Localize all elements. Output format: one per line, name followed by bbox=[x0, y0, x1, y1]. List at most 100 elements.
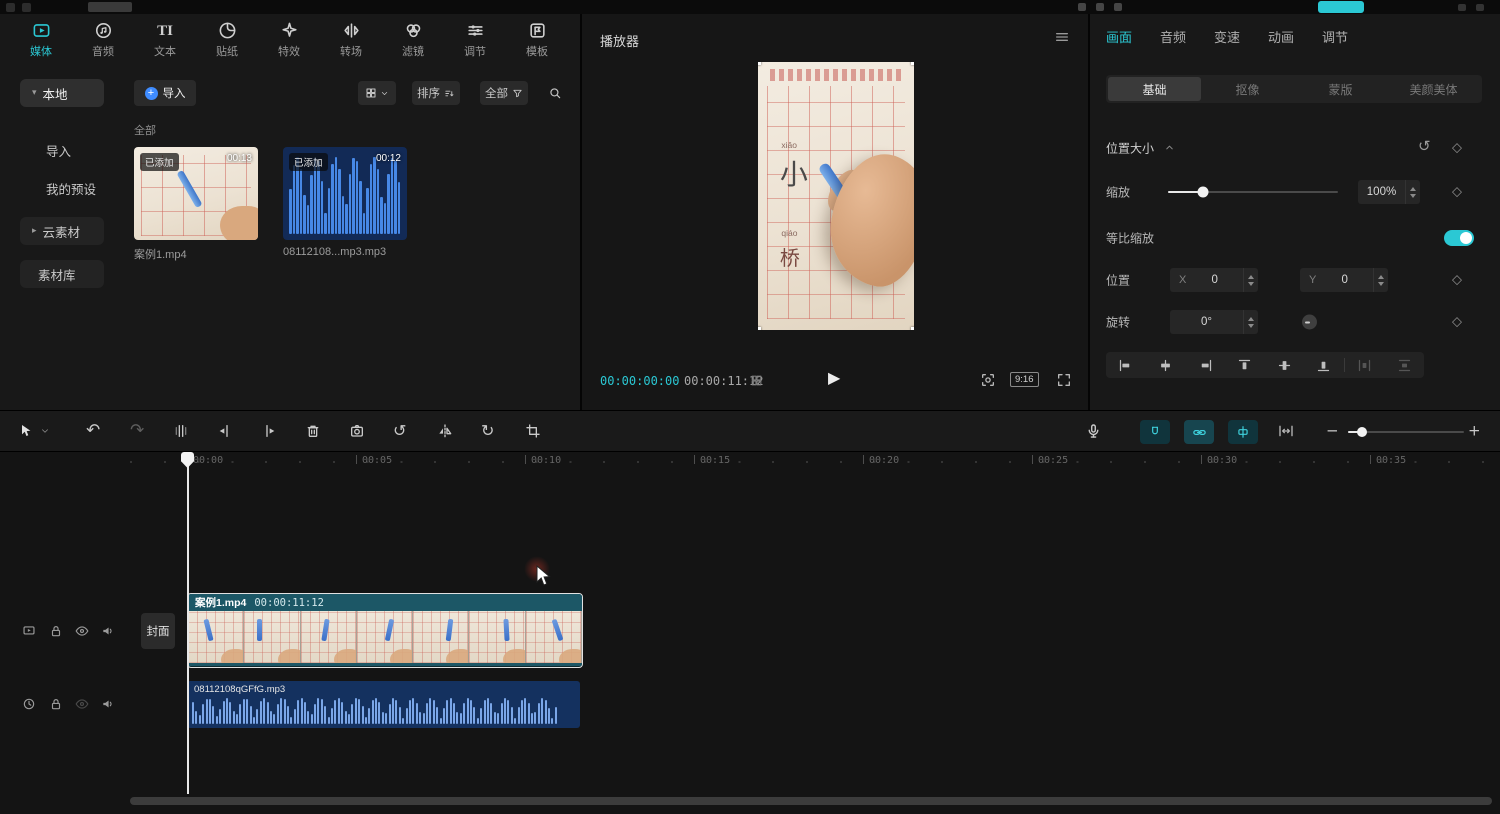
subtab-mask[interactable]: 蒙版 bbox=[1294, 77, 1387, 101]
frame-preview-button[interactable] bbox=[750, 374, 763, 387]
select-tool-dropdown[interactable] bbox=[40, 426, 50, 436]
scale-stepper[interactable] bbox=[1405, 180, 1420, 204]
sidebar-item-cloud[interactable]: ▸ 云素材 bbox=[20, 217, 104, 245]
track-lock-button[interactable] bbox=[49, 624, 63, 638]
tab-media[interactable]: 媒体 bbox=[10, 14, 72, 66]
selection-handle-tr[interactable] bbox=[911, 62, 914, 65]
reset-button[interactable]: ↺ bbox=[1418, 139, 1431, 154]
props-tab-picture[interactable]: 画面 bbox=[1106, 14, 1132, 62]
window-control-2[interactable] bbox=[1476, 4, 1484, 11]
cover-button[interactable]: 封面 bbox=[141, 613, 175, 649]
preview-axis-toggle-button[interactable] bbox=[1228, 420, 1258, 444]
filter-all-button[interactable]: 全部 bbox=[480, 81, 528, 105]
preview-quality-button[interactable] bbox=[980, 372, 996, 388]
sort-button[interactable]: 排序 bbox=[412, 81, 460, 105]
split-button[interactable] bbox=[173, 423, 189, 439]
timeline-audio-clip[interactable]: 08112108qGFfG.mp3 bbox=[187, 681, 580, 728]
position-x-box[interactable]: X 0 bbox=[1170, 268, 1258, 292]
subtab-cutout[interactable]: 抠像 bbox=[1201, 77, 1294, 101]
timeline-video-clip[interactable]: 案例1.mp4 00:00:11:12 bbox=[187, 593, 583, 668]
audio-track-mute-button[interactable] bbox=[101, 697, 115, 711]
titlebar-button[interactable] bbox=[88, 2, 132, 12]
window-control-1[interactable] bbox=[1458, 4, 1466, 11]
track-preview-icon[interactable] bbox=[22, 624, 36, 638]
align-bottom-button[interactable] bbox=[1304, 358, 1344, 373]
fullscreen-button[interactable] bbox=[1056, 372, 1072, 388]
freeze-frame-button[interactable] bbox=[349, 423, 365, 439]
tab-template[interactable]: 模板 bbox=[506, 14, 568, 66]
play-button[interactable]: ▶ bbox=[828, 370, 840, 386]
zoom-slider-handle[interactable] bbox=[1357, 427, 1367, 437]
sidebar-item-import[interactable]: 导入 bbox=[20, 136, 104, 164]
search-button[interactable] bbox=[542, 81, 568, 105]
menu-icon[interactable] bbox=[22, 3, 31, 12]
tab-transition[interactable]: 转场 bbox=[320, 14, 382, 66]
trim-left-button[interactable] bbox=[217, 423, 233, 439]
keyframe-diamond[interactable]: ◇ bbox=[1452, 316, 1462, 329]
align-top-button[interactable] bbox=[1225, 358, 1265, 373]
tab-audio[interactable]: 音频 bbox=[72, 14, 134, 66]
rotation-value-box[interactable]: 0° bbox=[1170, 310, 1258, 334]
audio-track-timer-icon[interactable] bbox=[22, 697, 36, 711]
sidebar-item-local[interactable]: ▾ 本地 bbox=[20, 79, 104, 107]
keyframe-diamond[interactable]: ◇ bbox=[1452, 142, 1462, 155]
rotate-button[interactable]: ↻ bbox=[481, 423, 494, 439]
selection-handle-tl[interactable] bbox=[758, 62, 761, 65]
trim-right-button[interactable] bbox=[261, 423, 277, 439]
snap-toggle-button[interactable] bbox=[1140, 420, 1170, 444]
distribute-h-button[interactable] bbox=[1345, 358, 1385, 373]
import-button[interactable]: + 导入 bbox=[134, 80, 196, 106]
fit-timeline-button[interactable] bbox=[1278, 423, 1294, 439]
zoom-in-button[interactable]: + bbox=[1468, 424, 1481, 439]
mirror-button[interactable] bbox=[437, 423, 453, 439]
props-tab-speed[interactable]: 变速 bbox=[1214, 14, 1240, 62]
media-item-audio[interactable]: 已添加 00:12 08112108...mp3.mp3 bbox=[283, 147, 407, 258]
link-toggle-button[interactable] bbox=[1184, 420, 1214, 444]
props-tab-animation[interactable]: 动画 bbox=[1268, 14, 1294, 62]
scale-value-box[interactable]: 100% bbox=[1358, 180, 1420, 204]
aspect-ratio-button[interactable]: 9:16 bbox=[1010, 372, 1039, 387]
audio-track-visibility-button[interactable] bbox=[75, 697, 89, 711]
track-visibility-button[interactable] bbox=[75, 624, 89, 638]
view-mode-button[interactable] bbox=[358, 81, 396, 105]
export-button[interactable] bbox=[1318, 1, 1364, 13]
props-tab-adjust[interactable]: 调节 bbox=[1322, 14, 1348, 62]
tab-filter[interactable]: 滤镜 bbox=[382, 14, 444, 66]
timeline-zoom-slider[interactable] bbox=[1348, 431, 1464, 433]
select-tool-button[interactable] bbox=[18, 423, 34, 439]
collapse-button[interactable] bbox=[1164, 142, 1175, 153]
titlebar-icon-2[interactable] bbox=[1096, 3, 1104, 11]
scale-slider-handle[interactable] bbox=[1198, 187, 1209, 198]
align-right-button[interactable] bbox=[1185, 358, 1225, 373]
tab-sticker[interactable]: 贴纸 bbox=[196, 14, 258, 66]
keyframe-diamond[interactable]: ◇ bbox=[1452, 274, 1462, 287]
x-stepper[interactable] bbox=[1243, 268, 1258, 292]
rotation-stepper[interactable] bbox=[1243, 310, 1258, 334]
undo-button[interactable]: ↶ bbox=[86, 423, 100, 440]
audio-track-lock-button[interactable] bbox=[49, 697, 63, 711]
align-center-v-button[interactable] bbox=[1265, 358, 1305, 373]
distribute-v-button[interactable] bbox=[1384, 358, 1424, 373]
player-menu-button[interactable] bbox=[1054, 29, 1070, 45]
sidebar-item-presets[interactable]: 我的预设 bbox=[20, 174, 104, 202]
tab-text[interactable]: TI 文本 bbox=[134, 14, 196, 66]
position-y-box[interactable]: Y 0 bbox=[1300, 268, 1388, 292]
selection-handle-bl[interactable] bbox=[758, 327, 761, 330]
selection-handle-br[interactable] bbox=[911, 327, 914, 330]
zoom-out-button[interactable]: − bbox=[1326, 424, 1339, 439]
reverse-button[interactable]: ↺ bbox=[393, 423, 406, 439]
titlebar-icon-1[interactable] bbox=[1078, 3, 1086, 11]
timeline[interactable]: 00:00 00:05 00:10 00:15 00:20 00:25 00:3… bbox=[0, 452, 1500, 814]
redo-button[interactable]: ↷ bbox=[130, 423, 144, 440]
props-tab-audio[interactable]: 音频 bbox=[1160, 14, 1186, 62]
delete-button[interactable] bbox=[305, 423, 321, 439]
y-stepper[interactable] bbox=[1373, 268, 1388, 292]
record-voiceover-button[interactable] bbox=[1085, 423, 1102, 440]
crop-button[interactable] bbox=[525, 423, 541, 439]
titlebar-icon-3[interactable] bbox=[1114, 3, 1122, 11]
scale-slider[interactable] bbox=[1168, 191, 1338, 193]
sidebar-item-library[interactable]: 素材库 bbox=[20, 260, 104, 288]
media-item-video[interactable]: 已添加 00:13 案例1.mp4 bbox=[134, 147, 258, 262]
keyframe-diamond[interactable]: ◇ bbox=[1452, 186, 1462, 199]
subtab-basic[interactable]: 基础 bbox=[1108, 77, 1201, 101]
